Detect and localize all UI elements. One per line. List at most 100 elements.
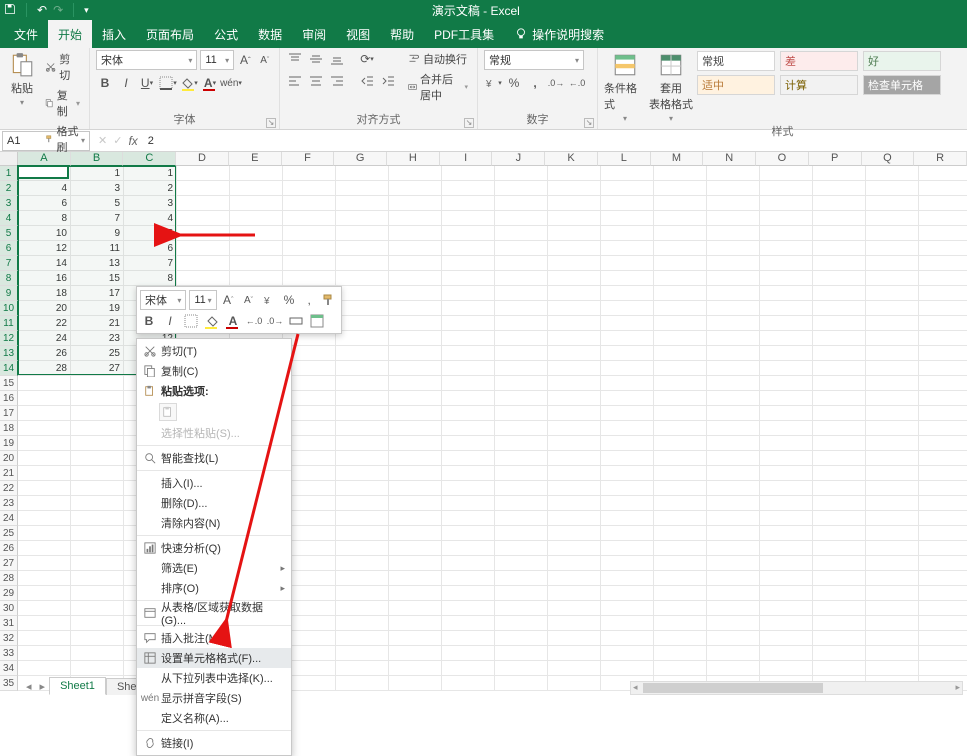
cell[interactable]: 22 [18, 316, 71, 331]
cell[interactable] [71, 556, 124, 571]
cell[interactable] [71, 466, 124, 481]
cell[interactable] [707, 256, 760, 271]
cell[interactable] [707, 541, 760, 556]
cell[interactable] [548, 376, 601, 391]
cell[interactable] [866, 466, 919, 481]
cell[interactable]: 6 [18, 196, 71, 211]
row-header[interactable]: 2 [0, 181, 18, 196]
cell[interactable] [919, 481, 967, 496]
cell[interactable] [389, 541, 442, 556]
cell[interactable] [813, 586, 866, 601]
cell[interactable] [919, 451, 967, 466]
mini-size-combo[interactable]: 11▾ [189, 290, 216, 310]
cell[interactable] [442, 211, 495, 226]
cell[interactable] [813, 256, 866, 271]
cell[interactable] [813, 466, 866, 481]
cell[interactable] [283, 241, 336, 256]
cell[interactable] [495, 451, 548, 466]
cell[interactable] [548, 481, 601, 496]
cell[interactable] [866, 361, 919, 376]
ctx-get-data[interactable]: 从表格/区域获取数据(G)... [137, 603, 291, 623]
cell[interactable] [71, 601, 124, 616]
cell[interactable] [919, 301, 967, 316]
column-header[interactable]: C [123, 152, 176, 166]
row-header[interactable]: 29 [0, 586, 18, 601]
cell[interactable] [919, 586, 967, 601]
cell[interactable] [548, 361, 601, 376]
cell[interactable] [601, 421, 654, 436]
cell[interactable] [495, 511, 548, 526]
cell[interactable] [601, 181, 654, 196]
cell[interactable] [813, 271, 866, 286]
underline-button[interactable]: U▾ [138, 74, 156, 92]
cell[interactable] [389, 451, 442, 466]
cell[interactable] [336, 646, 389, 661]
cell[interactable] [919, 241, 967, 256]
cell[interactable] [654, 586, 707, 601]
cell[interactable]: 23 [71, 331, 124, 346]
cell[interactable] [495, 211, 548, 226]
cell[interactable] [495, 226, 548, 241]
cell[interactable] [601, 601, 654, 616]
cell[interactable] [866, 646, 919, 661]
cell[interactable] [548, 166, 601, 181]
cell[interactable] [707, 361, 760, 376]
paste-button[interactable]: 粘贴 ▾ [6, 50, 38, 107]
cell[interactable] [442, 586, 495, 601]
cell[interactable] [336, 181, 389, 196]
cell[interactable] [548, 271, 601, 286]
cell[interactable]: 2 [18, 166, 71, 181]
cell[interactable] [389, 376, 442, 391]
cell[interactable] [18, 436, 71, 451]
cell[interactable] [442, 481, 495, 496]
cancel-formula-icon[interactable]: ✕ [98, 134, 107, 147]
cell[interactable] [495, 241, 548, 256]
cell[interactable] [866, 586, 919, 601]
tab-file[interactable]: 文件 [4, 20, 48, 48]
cell[interactable] [336, 436, 389, 451]
cell[interactable] [813, 541, 866, 556]
cell[interactable] [336, 406, 389, 421]
cell[interactable] [654, 286, 707, 301]
tab-help[interactable]: 帮助 [380, 20, 424, 48]
cut-button[interactable]: 剪切 [42, 50, 83, 84]
mini-merge-icon[interactable] [287, 312, 305, 330]
cell[interactable] [71, 511, 124, 526]
mini-inc-decimal-icon[interactable]: .0→ [266, 312, 284, 330]
cell[interactable] [548, 451, 601, 466]
cell[interactable]: 17 [71, 286, 124, 301]
cell[interactable] [177, 166, 230, 181]
cell[interactable] [548, 661, 601, 676]
cell[interactable] [442, 361, 495, 376]
mini-shrink-font-icon[interactable]: Aˇ [240, 291, 257, 309]
cell[interactable] [919, 271, 967, 286]
style-bad[interactable]: 差 [780, 51, 858, 71]
cell[interactable] [336, 316, 389, 331]
cell[interactable] [389, 346, 442, 361]
alignment-launcher[interactable]: ↘ [464, 118, 474, 128]
align-middle-icon[interactable] [307, 50, 325, 68]
cell[interactable] [760, 301, 813, 316]
column-header[interactable]: L [598, 152, 651, 166]
cell[interactable] [654, 601, 707, 616]
cell[interactable] [601, 256, 654, 271]
cell[interactable] [442, 616, 495, 631]
cell[interactable] [760, 601, 813, 616]
mini-comma-icon[interactable]: , [301, 291, 318, 309]
cell[interactable] [866, 391, 919, 406]
cell[interactable] [760, 196, 813, 211]
cell[interactable] [866, 301, 919, 316]
row-header[interactable]: 12 [0, 331, 18, 346]
cell[interactable] [760, 631, 813, 646]
cell[interactable] [601, 586, 654, 601]
cell[interactable] [707, 166, 760, 181]
align-top-icon[interactable] [286, 50, 304, 68]
cell[interactable] [707, 331, 760, 346]
cell[interactable]: 1 [124, 166, 177, 181]
cell[interactable]: 19 [71, 301, 124, 316]
cell[interactable] [442, 271, 495, 286]
cell[interactable] [18, 541, 71, 556]
fx-icon[interactable]: fx [128, 134, 143, 148]
cell[interactable] [707, 316, 760, 331]
cell[interactable] [654, 496, 707, 511]
